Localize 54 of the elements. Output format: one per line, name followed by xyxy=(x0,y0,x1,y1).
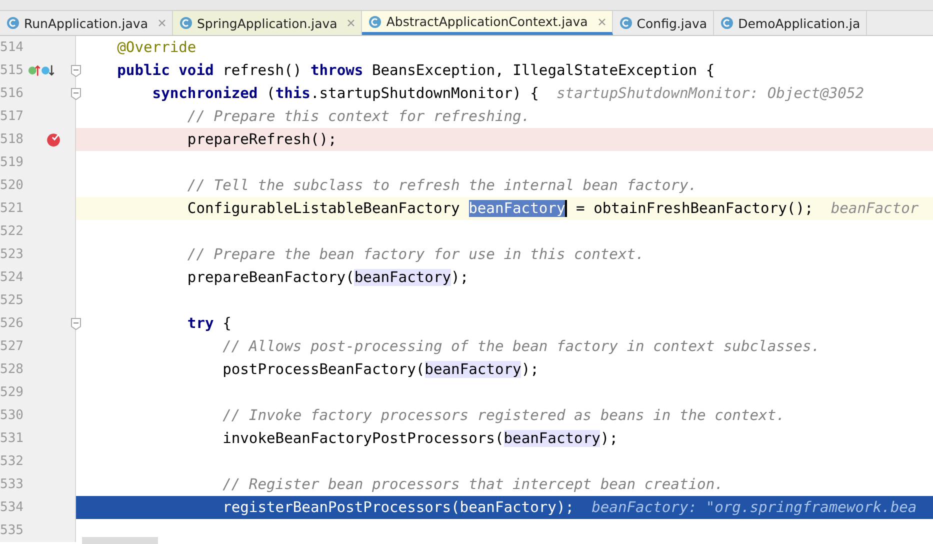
fold-icon[interactable] xyxy=(71,64,81,76)
line-number: 535 xyxy=(0,523,24,538)
line-number: 514 xyxy=(0,40,24,55)
editor-tab[interactable]: DemoApplication.ja xyxy=(714,11,868,35)
code-line: prepareBeanFactory(beanFactory); xyxy=(186,268,470,288)
line-number: 524 xyxy=(0,270,24,285)
code-line: // Register bean processors that intercept bean creation. xyxy=(222,475,724,495)
class-icon xyxy=(720,16,734,30)
code-line: invokeBeanFactoryPostProcessors(beanFactory); xyxy=(222,429,619,449)
override-markers-icon[interactable] xyxy=(28,64,56,77)
line-number: 528 xyxy=(0,362,24,377)
line-number: 529 xyxy=(0,385,24,400)
line-number: 531 xyxy=(0,431,24,446)
close-icon[interactable] xyxy=(347,19,356,27)
code-line: // Prepare this context for refreshing. xyxy=(186,107,532,127)
line-number: 517 xyxy=(0,109,24,124)
fold-icon[interactable] xyxy=(71,318,81,330)
code-line: // Allows post-processing of the bean factory in context subclasses. xyxy=(222,337,822,357)
close-icon[interactable] xyxy=(158,19,166,27)
code-line: // Invoke factory processors registered as beans in the context. xyxy=(222,406,786,426)
line-number: 525 xyxy=(0,293,24,308)
close-icon[interactable] xyxy=(598,18,606,26)
code-line: // Prepare the bean factory for use in this context. xyxy=(186,245,646,265)
line-number: 533 xyxy=(0,477,24,492)
scrollbar-thumb[interactable] xyxy=(82,537,158,544)
line-number: 534 xyxy=(0,500,24,515)
line-number: 530 xyxy=(0,408,24,423)
line-number: 516 xyxy=(0,86,24,101)
line-number: 527 xyxy=(0,339,24,354)
line-number: 520 xyxy=(0,178,24,193)
editor-tab[interactable]: AbstractApplicationContext.java xyxy=(362,11,613,35)
line-number: 521 xyxy=(0,201,24,216)
code-line: postProcessBeanFactory(beanFactory); xyxy=(222,360,540,380)
code-line: @Override xyxy=(116,38,198,58)
code-line: // Tell the subclass to refresh the internal bean factory. xyxy=(186,176,698,196)
class-icon xyxy=(6,16,20,30)
editor-tab[interactable]: SpringApplication.java xyxy=(172,11,362,35)
line-number: 519 xyxy=(0,155,24,170)
line-number: 522 xyxy=(0,224,24,239)
fold-icon[interactable] xyxy=(71,88,81,100)
breakpoint-icon[interactable] xyxy=(46,132,61,147)
line-number: 518 xyxy=(0,132,24,147)
class-icon xyxy=(178,16,193,30)
class-icon xyxy=(368,14,382,28)
editor-tab[interactable]: Config.java xyxy=(612,11,714,35)
line-number: 532 xyxy=(0,454,24,469)
code-line: synchronized (this.startupShutdownMonitor) { startupShutdownMonitor: Object@3052 xyxy=(151,84,866,104)
code-line: try { xyxy=(186,314,232,334)
line-number: 526 xyxy=(0,316,24,331)
line-number: 523 xyxy=(0,247,24,262)
class-icon xyxy=(618,16,633,30)
line-number: 515 xyxy=(0,63,24,78)
editor-tab[interactable]: RunApplication.java xyxy=(0,11,173,35)
code-line: public void refresh() throws BeansException, IllegalStateException { xyxy=(116,61,716,81)
